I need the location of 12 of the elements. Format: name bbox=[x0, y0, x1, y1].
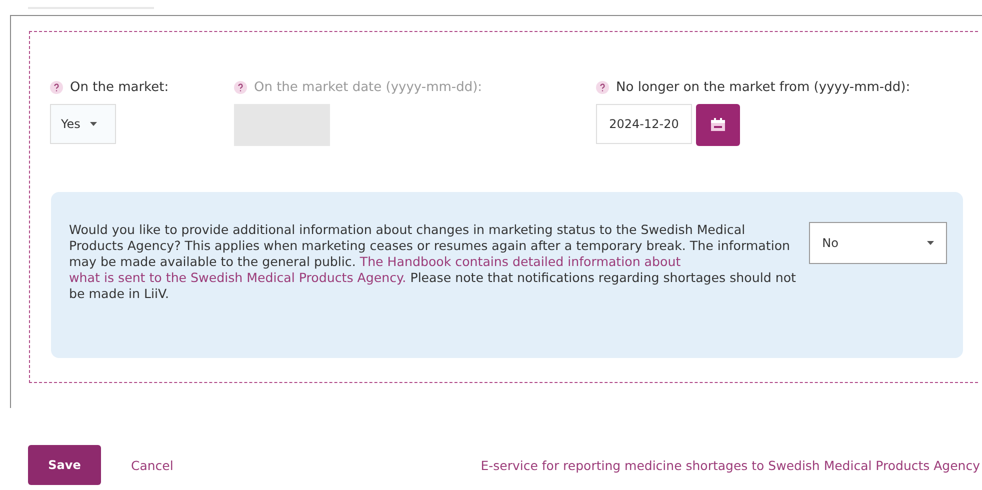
handbook-link[interactable]: what is sent to the Swedish Medical Products Agency. bbox=[69, 270, 406, 285]
e-service-link[interactable]: E-service for reporting medicine shortages to Swedish Medical Products Agency bbox=[480, 458, 980, 472]
handbook-link[interactable]: The Handbook contains detailed information about bbox=[360, 254, 681, 269]
field-label: On the market: bbox=[70, 80, 169, 95]
field-label: No longer on the market from (yyyy-mm-dd): bbox=[616, 80, 910, 95]
info-select[interactable]: No bbox=[809, 222, 947, 264]
info-text: Would you like to provide additional information about changes in marketing status to the Swedish Medical Products Agency? This applies when marketing ceases or resumes again after a temporary break. The information may be made available to the general public. The Handbook contains detailed information about what is sent to the Swedish Medical Products Agency. Please note that notifications regarding shortages should not be made in LiiV. bbox=[69, 222, 797, 303]
save-button[interactable]: Save bbox=[28, 445, 101, 485]
field-label: On the market date (yyyy-mm-dd): bbox=[254, 80, 482, 95]
market-select[interactable]: Yes bbox=[50, 104, 116, 144]
cancel-link[interactable]: Cancel bbox=[131, 458, 174, 472]
date-field[interactable]: 2024-12-20 bbox=[596, 104, 692, 144]
